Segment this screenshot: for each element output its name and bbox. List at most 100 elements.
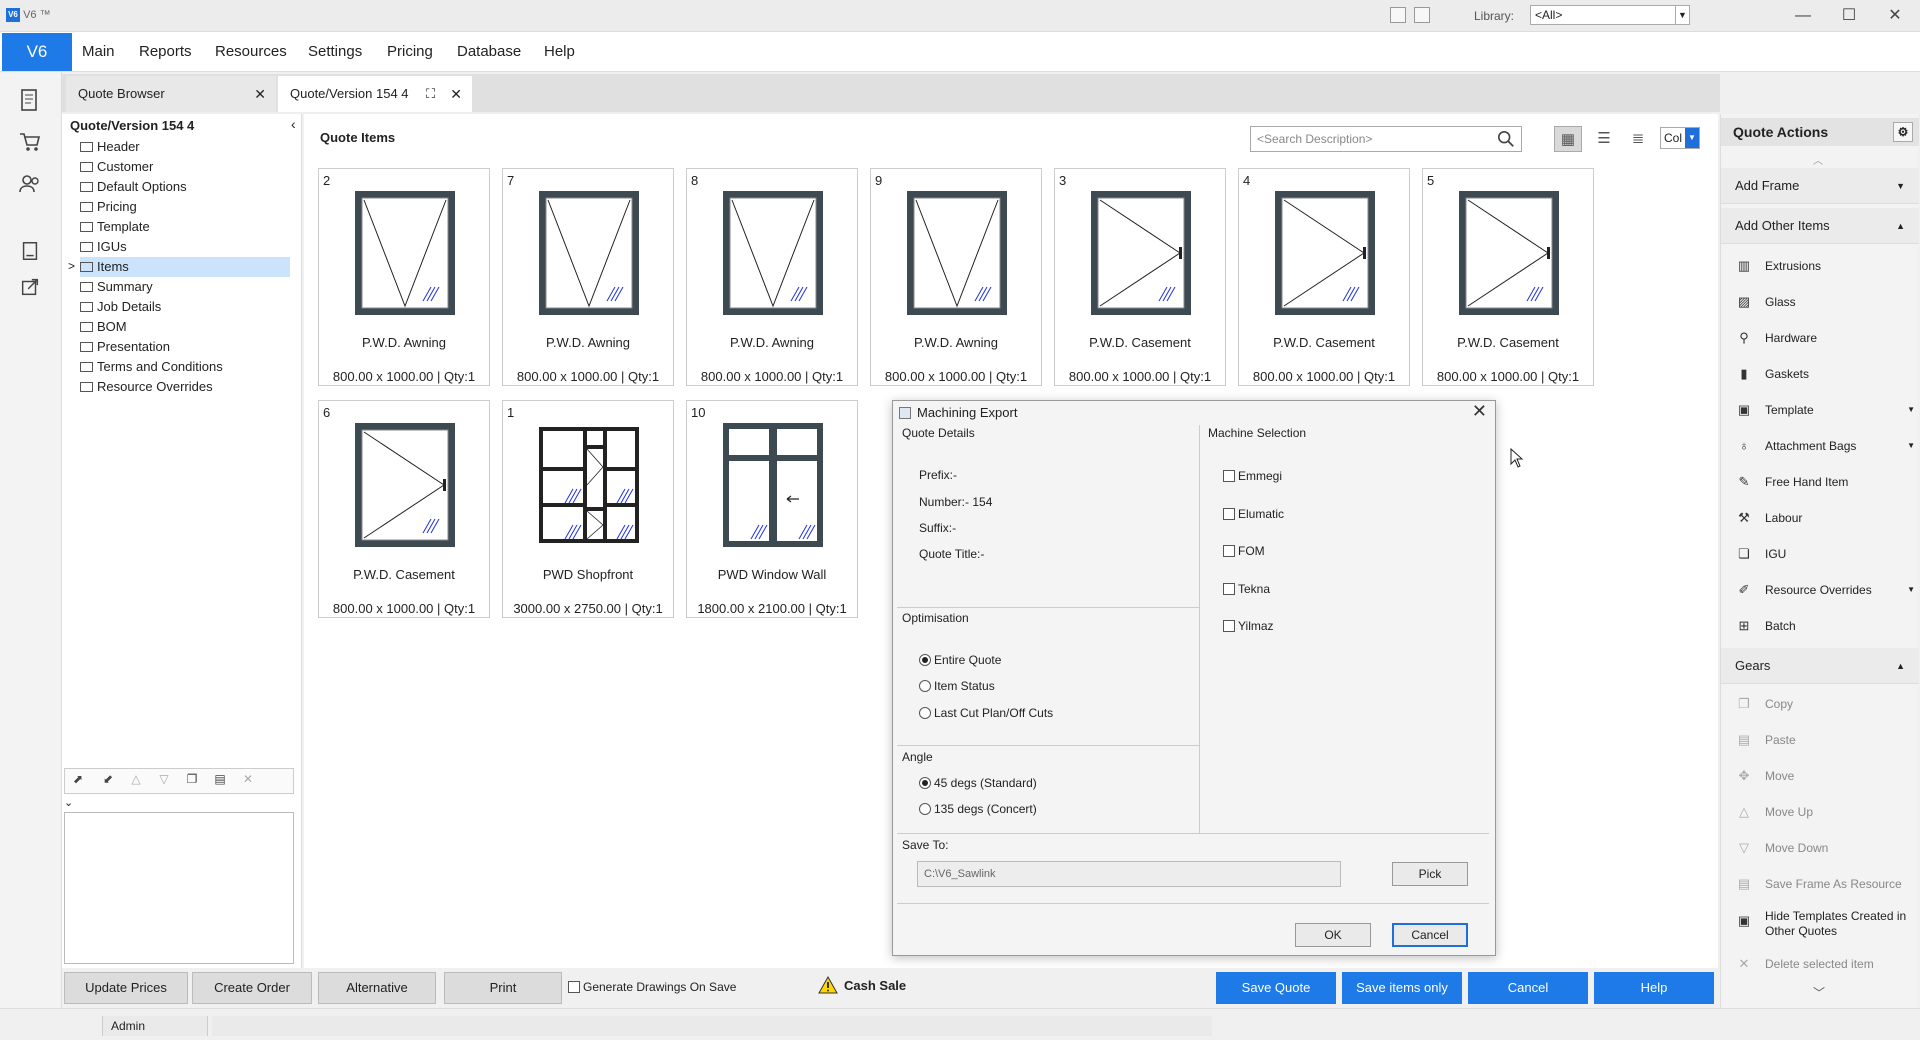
tree-item-terms-and-conditions[interactable]: Terms and Conditions (80, 357, 290, 377)
scroll-up-icon[interactable]: ︿ (1813, 152, 1823, 167)
save-layout-icon[interactable] (1390, 7, 1406, 23)
quote-item-card[interactable]: 1 PWD Shopfront 3000.00 x 2750.00 | Qty:1 (502, 400, 674, 618)
quote-item-card[interactable]: 10 PWD Window Wall 1800.00 x 2100.00 | Qty… (686, 400, 858, 618)
collapse-panel-icon[interactable]: ‹ (291, 116, 296, 132)
gear-item-copy[interactable]: ❐ Copy (1721, 686, 1919, 722)
create-order-button[interactable]: Create Order (192, 972, 312, 1004)
gear-item-save-frame-as-resource[interactable]: ▤ Save Frame As Resource (1721, 866, 1919, 902)
expand-arrow-icon[interactable]: > (68, 259, 75, 273)
maximize-button[interactable]: ☐ (1826, 0, 1872, 32)
quote-item-card[interactable]: 3 P.W.D. Casement 800.00 x 1000.00 | Qty:1 (1054, 168, 1226, 386)
tab-quote-version[interactable]: Quote/Version 154 4 ⛶ ✕ (278, 76, 472, 112)
quotes-icon[interactable] (16, 88, 44, 116)
close-tab-icon[interactable]: ✕ (254, 76, 266, 112)
gear-icon[interactable]: ⚙ (1893, 122, 1913, 142)
tree-item-job-details[interactable]: Job Details (80, 297, 290, 317)
delete-icon[interactable]: ✕ (239, 772, 257, 790)
tree-item-items[interactable]: Items (80, 257, 290, 277)
scroll-down-icon[interactable]: ﹀ (1813, 984, 1825, 1001)
add-other-items-section[interactable]: Add Other Items ▲ (1721, 208, 1919, 244)
quote-item-card[interactable]: 9 P.W.D. Awning 800.00 x 1000.00 | Qty:1 (870, 168, 1042, 386)
pick-button[interactable]: Pick (1392, 862, 1468, 886)
qa-item-free-hand-item[interactable]: ✎ Free Hand Item (1721, 464, 1919, 500)
qa-item-template[interactable]: ▣ Template ▼ (1721, 392, 1919, 428)
close-dialog-button[interactable]: ✕ (1472, 401, 1487, 422)
list-view-icon[interactable]: ☰ (1590, 126, 1618, 152)
grid-view-icon[interactable]: ▦ (1554, 126, 1582, 152)
tree-item-resource-overrides[interactable]: Resource Overrides (80, 377, 290, 397)
tree-item-presentation[interactable]: Presentation (80, 337, 290, 357)
tab-quote-browser[interactable]: Quote Browser ✕ (66, 76, 276, 112)
ok-button[interactable]: OK (1295, 923, 1371, 947)
chevron-down-icon[interactable]: ▼ (1675, 6, 1689, 24)
radio-last-cut-plan[interactable]: Last Cut Plan/Off Cuts (919, 706, 1053, 720)
menu-reports[interactable]: Reports (139, 43, 192, 60)
search-icon[interactable] (1497, 130, 1515, 148)
cancel-quote-button[interactable]: Cancel (1468, 972, 1588, 1004)
menu-main[interactable]: Main (82, 43, 115, 60)
menu-settings[interactable]: Settings (308, 43, 362, 60)
quote-item-card[interactable]: 5 P.W.D. Casement 800.00 x 1000.00 | Qty:1 (1422, 168, 1594, 386)
update-prices-button[interactable]: Update Prices (64, 972, 188, 1004)
qa-item-extrusions[interactable]: ▥ Extrusions (1721, 248, 1919, 284)
move-up-icon[interactable]: △ (127, 772, 145, 790)
tree-item-summary[interactable]: Summary (80, 277, 290, 297)
menu-resources[interactable]: Resources (215, 43, 287, 60)
minimize-button[interactable]: — (1780, 0, 1826, 32)
tree-item-template[interactable]: Template (80, 217, 290, 237)
save-quote-button[interactable]: Save Quote (1216, 972, 1336, 1004)
expand-icon[interactable]: ⛶ (426, 76, 435, 112)
checkbox-fom[interactable]: FOM (1223, 544, 1265, 558)
radio-135-degs[interactable]: 135 degs (Concert) (919, 802, 1037, 816)
search-input[interactable]: <Search Description> (1250, 126, 1522, 152)
radio-entire-quote[interactable]: Entire Quote (919, 653, 1001, 667)
library-select[interactable]: <All> ▼ (1530, 5, 1690, 25)
quote-item-card[interactable]: 4 P.W.D. Casement 800.00 x 1000.00 | Qty:1 (1238, 168, 1410, 386)
checkbox-tekna[interactable]: Tekna (1223, 582, 1270, 596)
customers-icon[interactable] (16, 172, 44, 200)
quote-item-card[interactable]: 6 P.W.D. Casement 800.00 x 1000.00 | Qty:1 (318, 400, 490, 618)
checkbox-yilmaz[interactable]: Yilmaz (1223, 619, 1274, 633)
gear-item-move-down[interactable]: ▽ Move Down (1721, 830, 1919, 866)
close-tab-icon[interactable]: ✕ (450, 76, 462, 112)
tree-item-bom[interactable]: BOM (80, 317, 290, 337)
quote-item-card[interactable]: 7 P.W.D. Awning 800.00 x 1000.00 | Qty:1 (502, 168, 674, 386)
restore-layout-icon[interactable] (1414, 7, 1430, 23)
print-button[interactable]: Print (444, 972, 562, 1004)
gear-item-delete-selected-item[interactable]: ✕ Delete selected item (1721, 946, 1919, 982)
checkbox-emmegi[interactable]: Emmegi (1223, 469, 1282, 483)
column-select[interactable]: Col ▼ (1660, 127, 1700, 149)
save-to-field[interactable]: C:\V6_Sawlink (917, 861, 1341, 887)
gear-item-move-up[interactable]: △ Move Up (1721, 794, 1919, 830)
tree-item-customer[interactable]: Customer (80, 157, 290, 177)
qa-item-labour[interactable]: ⚒ Labour (1721, 500, 1919, 536)
copy-icon[interactable]: ❐ (183, 772, 201, 790)
tree-item-header[interactable]: Header (80, 137, 290, 157)
checkbox-elumatic[interactable]: Elumatic (1223, 507, 1284, 521)
gear-item-hide-templates-created-in-other-quotes[interactable]: ▣ Hide Templates Created in Other Quotes (1721, 902, 1919, 946)
alternative-button[interactable]: Alternative (318, 972, 436, 1004)
move-down-icon[interactable]: ▽ (155, 772, 173, 790)
gear-item-paste[interactable]: ▤ Paste (1721, 722, 1919, 758)
tree-item-igus[interactable]: IGUs (80, 237, 290, 257)
menu-database[interactable]: Database (457, 43, 521, 60)
close-window-button[interactable]: ✕ (1872, 0, 1918, 32)
radio-item-status[interactable]: Item Status (919, 679, 995, 693)
arrow-down-left-icon[interactable]: ⬋ (99, 772, 117, 790)
qa-item-resource-overrides[interactable]: ✐ Resource Overrides ▼ (1721, 572, 1919, 608)
print-strip-icon[interactable] (16, 240, 44, 268)
menu-help[interactable]: Help (544, 43, 575, 60)
gears-section[interactable]: Gears ▲ (1721, 648, 1919, 684)
qa-item-attachment-bags[interactable]: ♁ Attachment Bags ▼ (1721, 428, 1919, 464)
quote-item-card[interactable]: 2 P.W.D. Awning 800.00 x 1000.00 | Qty:1 (318, 168, 490, 386)
qa-item-gaskets[interactable]: ▮ Gaskets (1721, 356, 1919, 392)
qa-item-hardware[interactable]: ⚲ Hardware (1721, 320, 1919, 356)
brand-button[interactable]: V6 (2, 33, 72, 71)
qa-item-igu[interactable]: ❏ IGU (1721, 536, 1919, 572)
help-button[interactable]: Help (1594, 972, 1714, 1004)
generate-drawings-checkbox[interactable]: Generate Drawings On Save (568, 980, 736, 994)
menu-pricing[interactable]: Pricing (387, 43, 433, 60)
radio-45-degs[interactable]: 45 degs (Standard) (919, 776, 1037, 790)
save-items-only-button[interactable]: Save items only (1342, 972, 1462, 1004)
chevron-down-icon[interactable]: ▼ (1685, 128, 1699, 148)
